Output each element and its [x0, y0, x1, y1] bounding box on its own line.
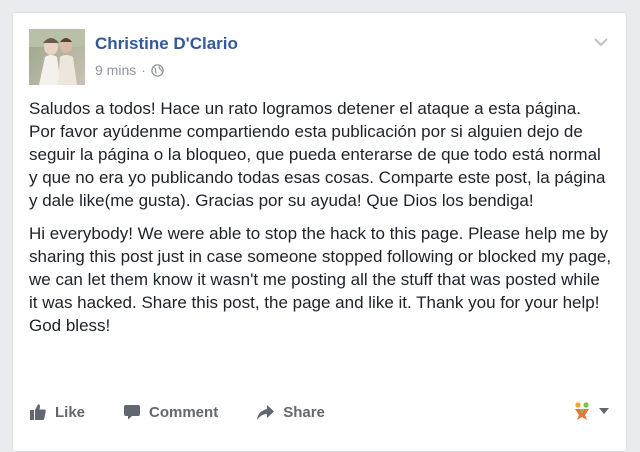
chevron-down-icon	[599, 408, 609, 414]
meta-separator: ·	[141, 62, 146, 78]
comment-label: Comment	[149, 403, 219, 421]
share-button[interactable]: Share	[256, 404, 325, 421]
action-bar: Like Comment Share	[29, 397, 610, 427]
post-time[interactable]: 9 mins	[95, 62, 136, 78]
comment-button[interactable]: Comment	[123, 403, 218, 421]
post-paragraph-spanish: Saludos a todos! Hace un rato logramos d…	[29, 99, 606, 210]
globe-icon[interactable]	[151, 63, 164, 77]
like-label: Like	[55, 403, 86, 421]
reaction-selector[interactable]	[572, 401, 610, 421]
share-label: Share	[283, 403, 325, 421]
chevron-down-icon[interactable]	[592, 35, 610, 49]
post-meta: 9 mins ·	[95, 62, 164, 78]
thumbs-up-icon	[30, 404, 46, 420]
like-button[interactable]: Like	[29, 403, 85, 421]
comment-icon	[124, 405, 141, 420]
author-name[interactable]: Christine D'Clario	[95, 34, 238, 54]
post-header: Christine D'Clario 9 mins ·	[29, 29, 610, 87]
reactions-icon	[575, 402, 589, 420]
post-body: Saludos a todos! Hace un rato logramos d…	[29, 97, 612, 347]
post-paragraph-english: Hi everybody! We were able to stop the h…	[29, 224, 612, 335]
avatar[interactable]	[29, 29, 85, 85]
share-arrow-icon	[257, 404, 275, 420]
post-card: Christine D'Clario 9 mins · Saludos a to…	[12, 12, 627, 452]
